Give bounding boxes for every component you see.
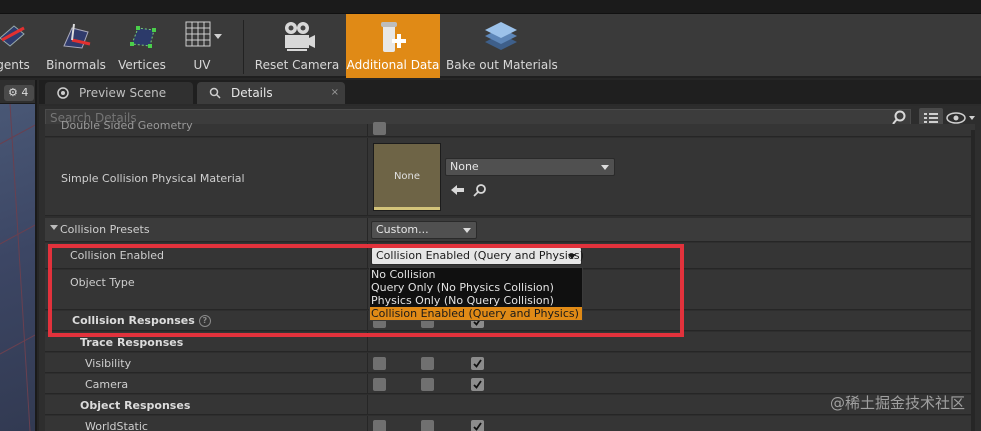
property-row-double-sided: Double Sided Geometry [45,119,975,137]
close-icon[interactable]: × [331,82,339,104]
tab-preview-scene-settings[interactable]: Preview Scene Sett [45,82,193,122]
double-sided-checkbox[interactable] [373,122,386,135]
camera-overlap-checkbox[interactable] [421,378,434,391]
tangents-icon [0,25,25,47]
binormals-button[interactable]: Binormals [44,14,108,78]
watermark: @稀土掘金技术社区 [829,394,965,412]
window-top-strip [0,0,981,14]
browse-search-icon[interactable] [473,183,487,197]
bake-materials-icon [485,22,517,50]
chevron-down-icon [969,116,975,120]
visibility-overlap-checkbox[interactable] [421,357,434,370]
visibility-ignore-checkbox[interactable] [373,357,386,370]
physical-material-combo[interactable]: None [445,158,615,176]
viewport-grid [0,104,35,431]
property-row-collision-enabled: Collision Enabled Collision Enabled (Que… [45,243,975,269]
tangents-button[interactable]: gents [0,14,34,78]
collapse-arrow-icon[interactable] [50,225,58,230]
camera-ignore-checkbox[interactable] [373,378,386,391]
binormals-icon [63,23,91,49]
camera-icon [285,22,315,51]
use-selected-arrow-icon[interactable] [451,184,465,196]
uv-grid-icon [185,21,222,47]
chevron-down-icon [214,34,222,39]
vertices-button[interactable]: Vertices [114,14,170,78]
viewport-speed-chip[interactable]: ⚙ 4 [4,85,34,101]
property-row-world-static: WorldStatic [45,416,975,431]
world-static-overlap-checkbox[interactable] [421,420,434,431]
check-icon [473,422,482,431]
viewport-preview[interactable]: ⚙ 4 [0,80,37,431]
option-query-only[interactable]: Query Only (No Physics Collision) [370,281,582,294]
preview-scene-icon [57,87,69,99]
chevron-down-icon [601,165,609,170]
option-physics-only[interactable]: Physics Only (No Query Collision) [370,294,582,307]
world-static-block-checkbox[interactable] [471,420,484,431]
property-row-trace-responses: Trace Responses [45,332,975,352]
uv-button[interactable]: UV [174,14,230,78]
gear-icon: ⚙ [8,86,18,99]
collision-enabled-dropdown: No Collision Query Only (No Physics Coll… [369,267,583,321]
additional-data-button[interactable]: Additional Data [346,14,440,78]
details-panel: Preview Scene Sett Details × [39,80,981,431]
vertices-icon [130,26,156,48]
material-thumbnail[interactable]: None [373,143,441,211]
visibility-block-checkbox[interactable] [471,357,484,370]
collision-presets-combo[interactable]: Custom... [371,221,477,239]
chevron-down-icon [463,228,471,233]
check-icon [473,380,482,389]
property-row-camera: Camera [45,374,975,394]
property-row-physical-material: Simple Collision Physical Material None … [45,138,975,216]
option-collision-enabled[interactable]: Collision Enabled (Query and Physics) [370,307,582,320]
viewport-header: ⚙ 4 [0,80,35,104]
property-row-visibility: Visibility [45,353,975,373]
world-static-ignore-checkbox[interactable] [373,420,386,431]
tab-bar: Preview Scene Sett Details × [39,80,981,122]
details-scrollbar[interactable] [971,130,975,431]
chevron-down-icon [568,254,576,259]
camera-block-checkbox[interactable] [471,378,484,391]
collision-enabled-combo[interactable]: Collision Enabled (Query and Physics) [371,247,584,265]
toolbar-separator [243,20,244,74]
magnifier-icon [209,87,221,99]
help-icon[interactable]: ? [198,315,211,327]
property-row-collision-presets: Collision Presets Custom... [45,218,975,242]
additional-data-icon [381,22,406,52]
bake-out-materials-button[interactable]: Bake out Materials [446,14,558,78]
option-no-collision[interactable]: No Collision [370,268,582,281]
reset-camera-button[interactable]: Reset Camera [254,14,340,78]
check-icon [473,359,482,368]
tab-details[interactable]: Details × [197,82,345,104]
toolbar: gents Binormals Vertices UV Reset Camera… [0,14,981,78]
